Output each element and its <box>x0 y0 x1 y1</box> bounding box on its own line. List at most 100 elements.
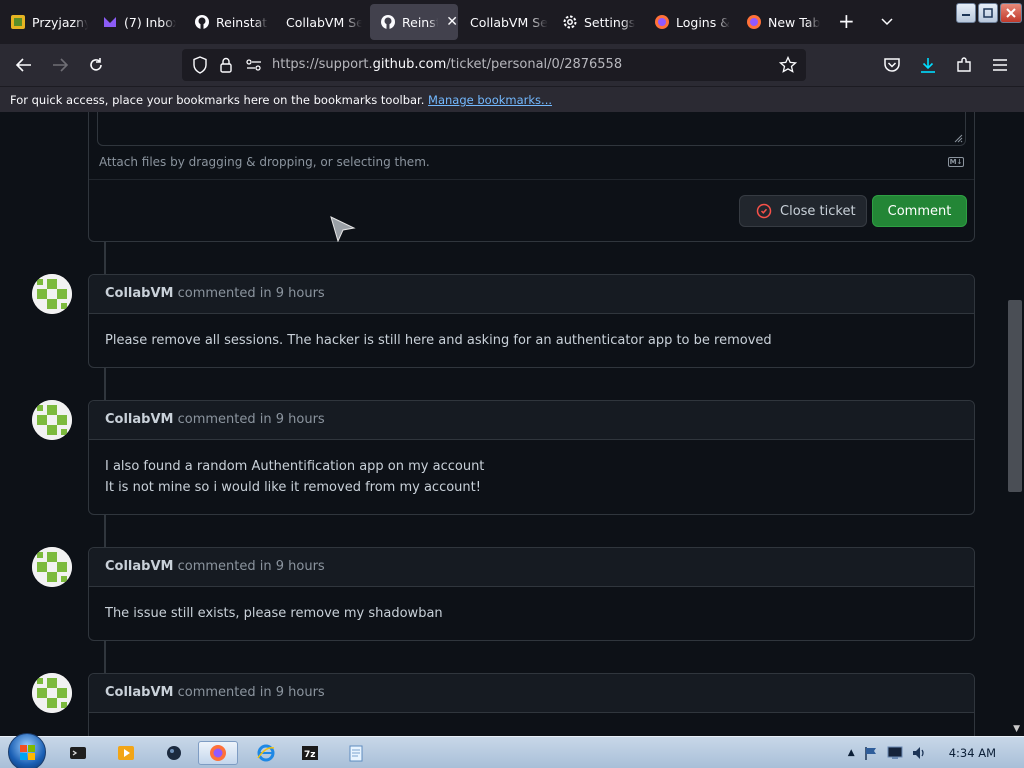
list-tabs-chevron-icon[interactable] <box>880 12 894 31</box>
tab-collabvm-2[interactable]: CollabVM Se <box>460 4 548 40</box>
terminal-icon[interactable] <box>58 741 98 765</box>
comment-header: CollabVM commented in 9 hours <box>89 275 974 314</box>
manage-bookmarks-link[interactable]: Manage bookmarks... <box>428 93 552 107</box>
comment-line: Please remove all sessions. The hacker i… <box>105 333 772 348</box>
scroll-down-arrow-icon[interactable]: ▼ <box>1013 724 1020 734</box>
action-center-flag-icon[interactable] <box>863 745 879 761</box>
hamburger-menu-icon[interactable] <box>990 55 1010 75</box>
comment-textarea[interactable] <box>97 112 966 146</box>
comment-meta[interactable]: commented in 9 hours <box>178 286 325 301</box>
comment-body: I also found a random Authentification a… <box>89 440 974 514</box>
comment-card: CollabVM commented in 9 hours <box>88 673 975 736</box>
comment-author[interactable]: CollabVM <box>105 685 173 700</box>
media-player-icon[interactable] <box>106 741 146 765</box>
show-hidden-icons-icon[interactable]: ▲ <box>848 748 855 758</box>
github-icon <box>194 14 210 30</box>
comment-body: Please remove all sessions. The hacker i… <box>89 314 974 367</box>
start-button[interactable] <box>8 733 46 768</box>
tab-logins[interactable]: Logins & <box>644 4 732 40</box>
avatar[interactable] <box>32 547 72 587</box>
close-ticket-button[interactable]: Close ticket <box>739 195 867 227</box>
network-monitor-icon[interactable] <box>887 746 903 760</box>
avatar[interactable] <box>32 400 72 440</box>
shield-icon[interactable] <box>190 55 210 75</box>
avatar[interactable] <box>32 274 72 314</box>
tab-new-tab[interactable]: New Tab <box>736 4 828 40</box>
bookmarks-hint: For quick access, place your bookmarks h… <box>10 93 425 107</box>
window-controls <box>956 3 1022 23</box>
identicon-avatar-icon <box>32 673 72 713</box>
comment-card: CollabVM commented in 9 hours The issue … <box>88 547 975 641</box>
taskbar-clock[interactable]: 4:34 AM <box>949 746 996 760</box>
avatar[interactable] <box>32 673 72 713</box>
comment-meta[interactable]: commented in 9 hours <box>178 559 325 574</box>
7zip-icon[interactable]: 7z <box>290 741 330 765</box>
new-tab-plus-icon[interactable]: + <box>838 10 855 32</box>
bookmarks-toolbar: For quick access, place your bookmarks h… <box>0 86 1024 112</box>
close-ticket-label: Close ticket <box>780 203 856 219</box>
page-content: Attach files by dragging & dropping, or … <box>0 112 1024 736</box>
tab-inbox[interactable]: (7) Inbox <box>92 4 176 40</box>
github-icon <box>380 14 396 30</box>
windows-logo-icon <box>20 745 35 760</box>
downloads-icon[interactable] <box>918 55 938 75</box>
url-bar[interactable]: https://support.github.com/ticket/person… <box>182 49 806 81</box>
comment-button[interactable]: Comment <box>872 195 967 227</box>
tab-bar: Przyjazny (7) Inbox Reinstate CollabVM S… <box>0 0 1024 44</box>
windows-taskbar: 7z ▲ 4:34 AM <box>0 733 1024 768</box>
comment-card: CollabVM commented in 9 hours Please rem… <box>88 274 975 368</box>
maximize-icon[interactable] <box>978 3 998 23</box>
markdown-icon: M↓ <box>948 157 964 167</box>
comment-line: I also found a random Authentification a… <box>105 459 485 474</box>
minimize-icon[interactable] <box>956 3 976 23</box>
comment-header: CollabVM commented in 9 hours <box>89 401 974 440</box>
tab-reinstate-active[interactable]: Reinst ✕ <box>370 4 458 40</box>
close-circle-icon <box>756 203 772 219</box>
comment-header: CollabVM commented in 9 hours <box>89 674 974 713</box>
firefox-icon[interactable] <box>198 741 238 765</box>
comment-meta[interactable]: commented in 9 hours <box>178 412 325 427</box>
game-icon <box>10 14 26 30</box>
system-tray: ▲ 4:34 AM <box>848 745 1014 761</box>
extensions-icon[interactable] <box>954 55 974 75</box>
gear-icon <box>562 14 578 30</box>
tab-settings[interactable]: Settings <box>552 4 644 40</box>
tab-przyjazny[interactable]: Przyjazny <box>0 4 88 40</box>
comment-composer: Attach files by dragging & dropping, or … <box>88 112 975 242</box>
notepad-icon[interactable] <box>336 741 376 765</box>
tab-reinstate[interactable]: Reinstate <box>184 4 268 40</box>
close-window-icon[interactable] <box>1000 3 1022 23</box>
attach-files-hint[interactable]: Attach files by dragging & dropping, or … <box>99 155 430 169</box>
firefox-icon <box>746 14 762 30</box>
comment-card: CollabVM commented in 9 hours I also fou… <box>88 400 975 515</box>
comment-author[interactable]: CollabVM <box>105 286 173 301</box>
url-text[interactable]: https://support.github.com/ticket/person… <box>272 57 622 72</box>
firefox-icon <box>654 14 670 30</box>
svg-text:7z: 7z <box>304 750 316 760</box>
comment-header: CollabVM commented in 9 hours <box>89 548 974 587</box>
volume-icon[interactable] <box>911 745 927 761</box>
mouse-cursor-icon <box>330 216 356 242</box>
comment-author[interactable]: CollabVM <box>105 559 173 574</box>
close-tab-icon[interactable]: ✕ <box>446 14 458 30</box>
scrollbar-thumb[interactable] <box>1008 300 1022 492</box>
pocket-icon[interactable] <box>882 55 902 75</box>
tab-collabvm-1[interactable]: CollabVM Se <box>276 4 362 40</box>
bubble-icon[interactable] <box>154 741 194 765</box>
mail-icon <box>102 14 118 30</box>
back-arrow-icon[interactable] <box>14 55 34 75</box>
page-scrollbar[interactable]: ▼ <box>1006 112 1024 736</box>
forward-arrow-icon[interactable] <box>50 55 70 75</box>
composer-divider <box>89 179 974 180</box>
lock-icon[interactable] <box>216 55 236 75</box>
resize-grip-icon[interactable] <box>953 133 963 143</box>
permissions-icon[interactable] <box>244 55 264 75</box>
identicon-avatar-icon <box>32 400 72 440</box>
star-bookmark-icon[interactable] <box>778 55 798 75</box>
identicon-avatar-icon <box>32 274 72 314</box>
reload-icon[interactable] <box>86 55 106 75</box>
comment-meta[interactable]: commented in 9 hours <box>178 685 325 700</box>
comment-author[interactable]: CollabVM <box>105 412 173 427</box>
internet-explorer-icon[interactable] <box>246 741 286 765</box>
navigation-bar: https://support.github.com/ticket/person… <box>0 44 1024 86</box>
